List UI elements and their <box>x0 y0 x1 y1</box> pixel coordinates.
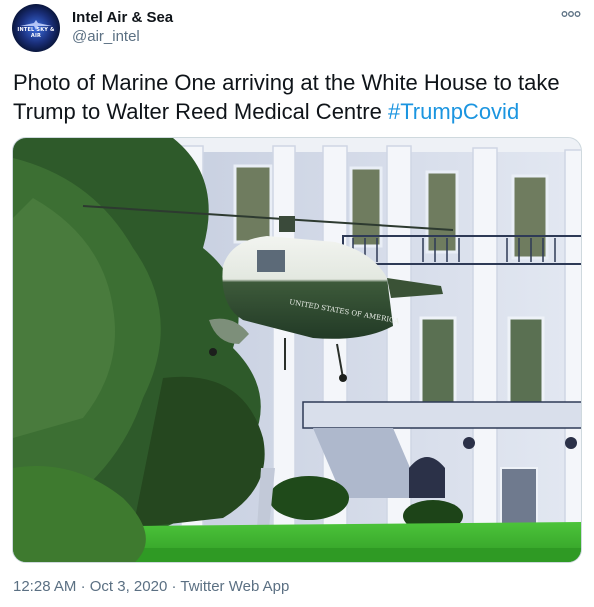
tweet-text: Photo of Marine One arriving at the Whit… <box>13 68 583 126</box>
hashtag-link[interactable]: #TrumpCovid <box>388 99 519 124</box>
meta-separator: · <box>171 578 177 595</box>
tweet-photo[interactable]: UNITED STATES OF AMERICA <box>12 137 582 563</box>
tweet-date[interactable]: Oct 3, 2020 <box>90 578 168 595</box>
tweet-meta: 12:28 AM · Oct 3, 2020 · Twitter Web App <box>13 578 289 595</box>
tweet: INTEL SKY & AIR Intel Air & Sea @air_int… <box>0 0 594 607</box>
author-name[interactable]: Intel Air & Sea <box>72 9 173 26</box>
white-house-photo: UNITED STATES OF AMERICA <box>13 138 581 562</box>
more-button[interactable] <box>560 6 582 22</box>
more-icon <box>561 11 581 17</box>
author-handle[interactable]: @air_intel <box>72 28 140 45</box>
tweet-source[interactable]: Twitter Web App <box>180 578 289 595</box>
avatar-text: INTEL SKY & AIR <box>17 27 55 39</box>
avatar[interactable]: INTEL SKY & AIR <box>12 4 60 52</box>
meta-separator: · <box>80 578 86 595</box>
tweet-time[interactable]: 12:28 AM <box>13 578 76 595</box>
